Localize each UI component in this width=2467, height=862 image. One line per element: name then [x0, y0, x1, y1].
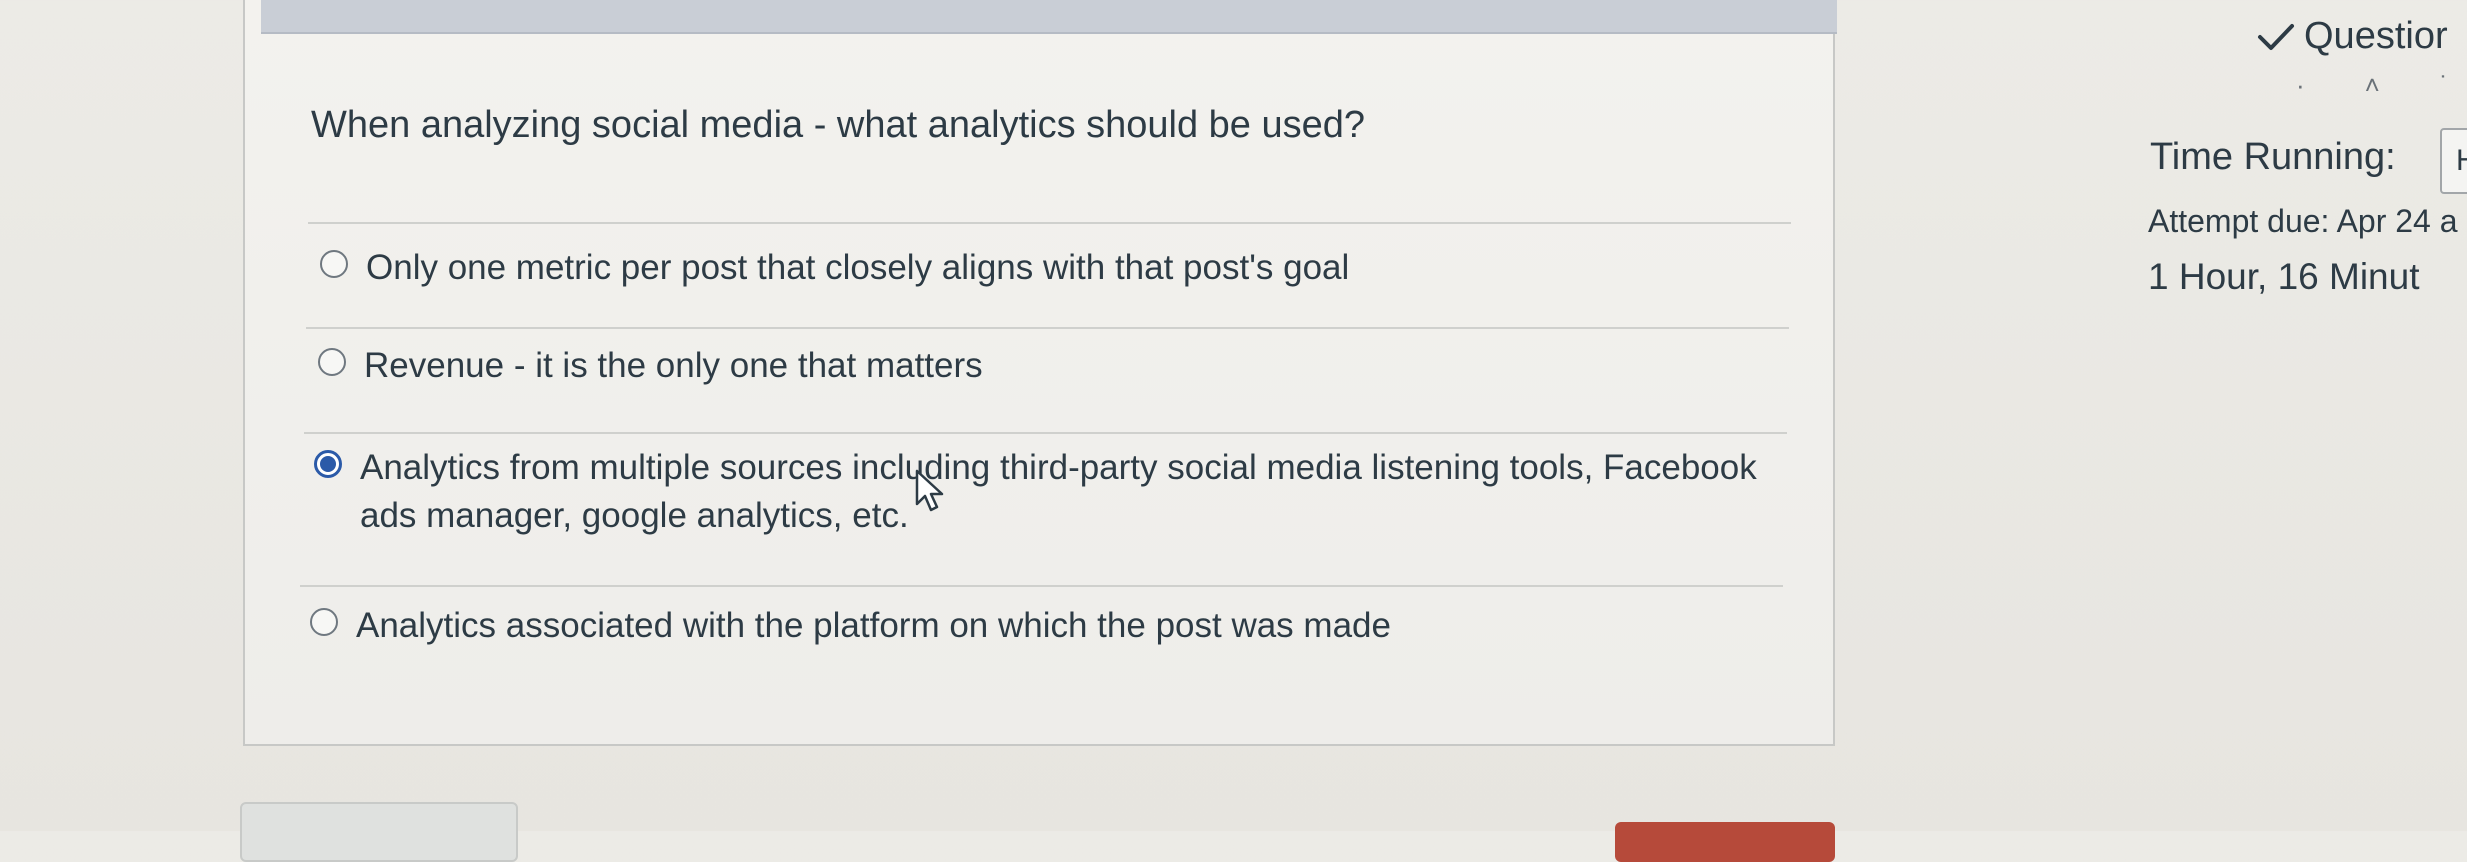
attempt-due-text: Attempt due: Apr 24 a [2148, 203, 2458, 239]
answer-radio-4[interactable] [310, 608, 338, 636]
answer-option-1[interactable]: Only one metric per post that closely al… [320, 244, 1349, 292]
question-header-bar [261, 0, 1837, 34]
answer-radio-3-selected[interactable] [314, 450, 342, 478]
answer-label-3: Analytics from multiple sources includin… [360, 448, 1757, 535]
time-running-label: Time Running: [2150, 136, 2396, 178]
question-nav-indicators: ·˄˙· [2296, 70, 2467, 100]
answer-label-2: Revenue - it is the only one that matter… [364, 346, 983, 385]
answer-divider [304, 432, 1787, 434]
answer-option-4[interactable]: Analytics associated with the platform o… [310, 602, 1391, 650]
answer-divider [306, 327, 1789, 329]
answer-radio-2[interactable] [318, 348, 346, 376]
submit-quiz-button[interactable] [1615, 822, 1835, 862]
previous-button[interactable] [240, 802, 518, 862]
answer-option-2[interactable]: Revenue - it is the only one that matter… [318, 342, 983, 390]
answer-option-3[interactable]: Analytics from multiple sources includin… [314, 444, 1770, 540]
time-remaining-text: 1 Hour, 16 Minut [2148, 256, 2420, 297]
question-text: When analyzing social media - what analy… [311, 104, 1366, 146]
answer-divider [308, 222, 1791, 224]
answer-radio-1[interactable] [320, 250, 348, 278]
sidebar-questions-header[interactable]: Questior [2256, 15, 2448, 58]
mouse-cursor-icon [915, 469, 944, 512]
answer-label-4: Analytics associated with the platform o… [356, 606, 1391, 645]
check-icon [2258, 23, 2294, 50]
answer-label-1: Only one metric per post that closely al… [366, 248, 1350, 287]
hide-timer-button[interactable]: H [2440, 128, 2467, 194]
answer-divider [300, 585, 1783, 587]
sidebar-questions-label: Questior [2304, 15, 2448, 57]
